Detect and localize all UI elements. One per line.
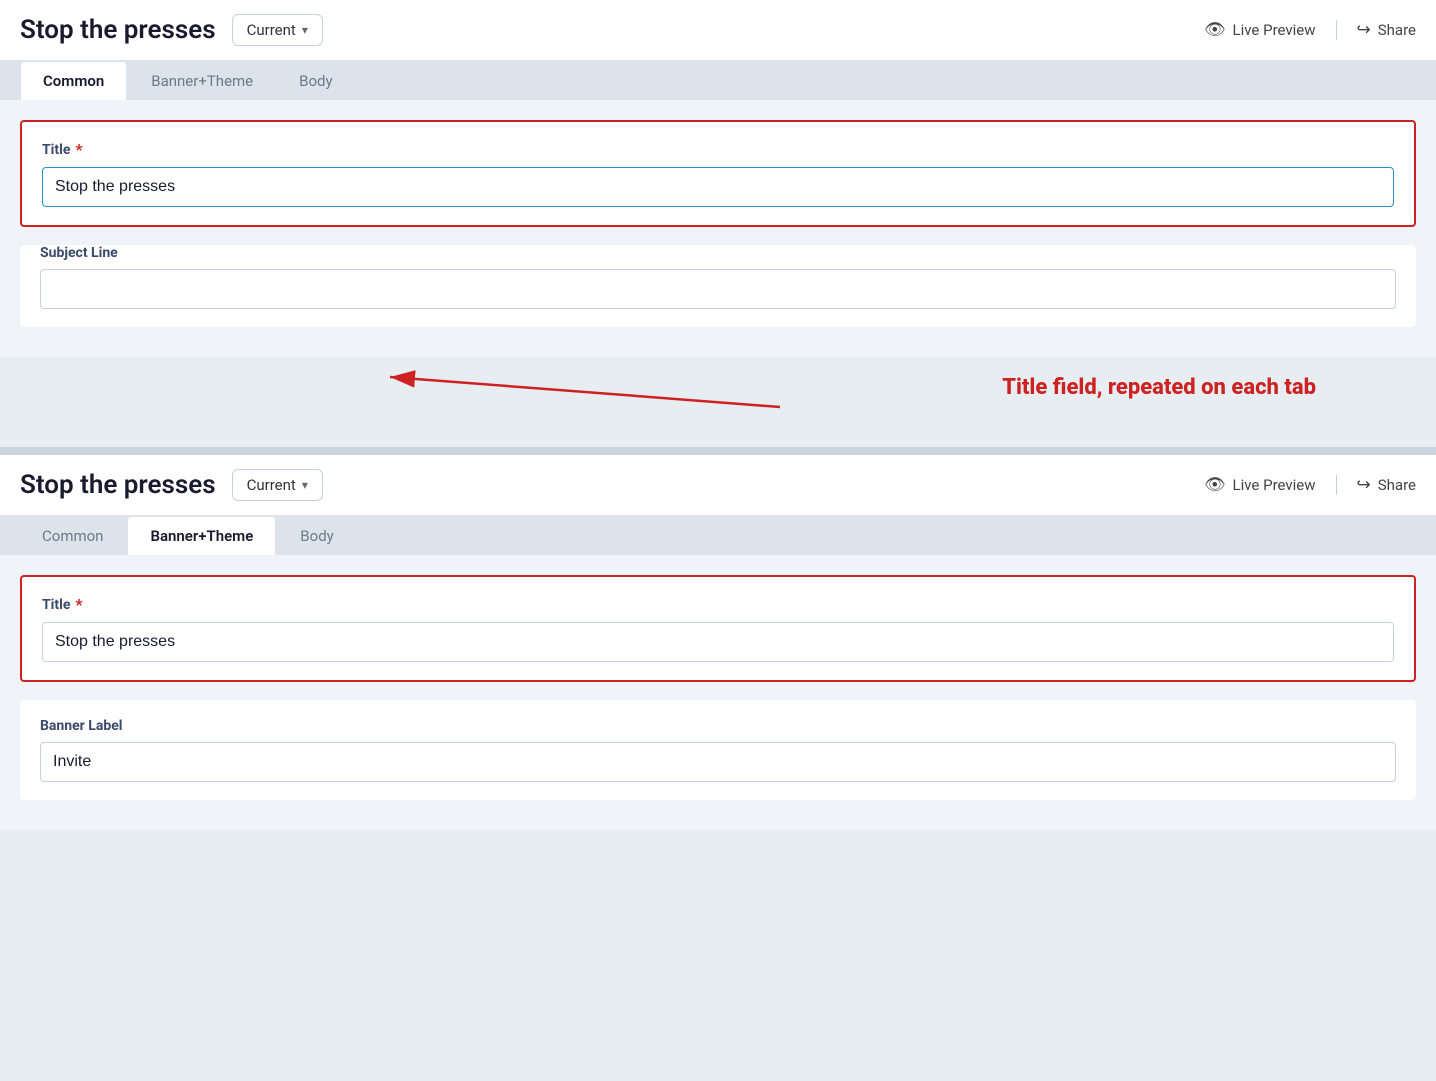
header-1: Stop the presses Current ▾ 👁 Live Previe… [0, 0, 1436, 61]
share-icon-2: ↪ [1357, 475, 1371, 495]
live-preview-button-1[interactable]: 👁 Live Preview [1204, 20, 1316, 40]
chevron-icon-2: ▾ [302, 478, 308, 492]
share-button-1[interactable]: ↪ Share [1357, 20, 1416, 40]
required-star-title-1: * [75, 140, 82, 159]
header-divider-1 [1336, 20, 1337, 40]
title-section-1: Title * [20, 120, 1416, 227]
title-section-2: Title * [20, 575, 1416, 682]
panel-separator [0, 447, 1436, 455]
title-label-2: Title * [42, 595, 1394, 614]
tab-common-2[interactable]: Common [20, 517, 125, 555]
panel-1: Stop the presses Current ▾ 👁 Live Previe… [0, 0, 1436, 357]
tab-common-1[interactable]: Common [20, 61, 127, 100]
app-container: Stop the presses Current ▾ 👁 Live Previe… [0, 0, 1436, 830]
share-label-1: Share [1378, 21, 1416, 39]
title-label-1: Title * [42, 140, 1394, 159]
content-area-1: Title * Subject Line [0, 100, 1436, 357]
eye-icon-1: 👁 [1204, 20, 1226, 40]
annotation-arrow [0, 357, 1260, 447]
header-2: Stop the presses Current ▾ 👁 Live Previe… [0, 455, 1436, 516]
version-label-2: Current [247, 476, 296, 494]
tab-banner-theme-1[interactable]: Banner+Theme [129, 62, 275, 100]
tab-bar-2: Common Banner+Theme Body [0, 516, 1436, 555]
live-preview-button-2[interactable]: 👁 Live Preview [1204, 475, 1316, 495]
subject-section-1: Subject Line [20, 245, 1416, 327]
share-label-2: Share [1378, 476, 1416, 494]
eye-icon-2: 👁 [1204, 475, 1226, 495]
title-input-2[interactable] [42, 622, 1394, 662]
subject-label-1: Subject Line [40, 245, 1396, 261]
page-title-2: Stop the presses [20, 470, 216, 500]
live-preview-label-2: Live Preview [1233, 476, 1316, 494]
version-dropdown-2[interactable]: Current ▾ [232, 469, 323, 501]
version-label-1: Current [247, 21, 296, 39]
content-area-2: Title * Banner Label [0, 555, 1436, 830]
live-preview-label-1: Live Preview [1233, 21, 1316, 39]
banner-label-label: Banner Label [40, 718, 1396, 734]
annotation-area: Title field, repeated on each tab [0, 357, 1436, 447]
share-button-2[interactable]: ↪ Share [1357, 475, 1416, 495]
banner-label-input[interactable] [40, 742, 1396, 782]
tab-body-1[interactable]: Body [277, 62, 354, 100]
subject-input-1[interactable] [40, 269, 1396, 309]
version-dropdown-1[interactable]: Current ▾ [232, 14, 323, 46]
required-star-title-2: * [75, 595, 82, 614]
page-title-1: Stop the presses [20, 15, 216, 45]
tab-body-2[interactable]: Body [278, 517, 355, 555]
tab-banner-theme-2[interactable]: Banner+Theme [127, 516, 276, 555]
banner-label-section: Banner Label [20, 700, 1416, 800]
panel-2: Stop the presses Current ▾ 👁 Live Previe… [0, 455, 1436, 830]
title-input-1[interactable] [42, 167, 1394, 207]
annotation-text: Title field, repeated on each tab [1002, 375, 1316, 400]
header-divider-2 [1336, 475, 1337, 495]
share-icon-1: ↪ [1357, 20, 1371, 40]
tab-bar-1: Common Banner+Theme Body [0, 61, 1436, 100]
chevron-icon-1: ▾ [302, 23, 308, 37]
